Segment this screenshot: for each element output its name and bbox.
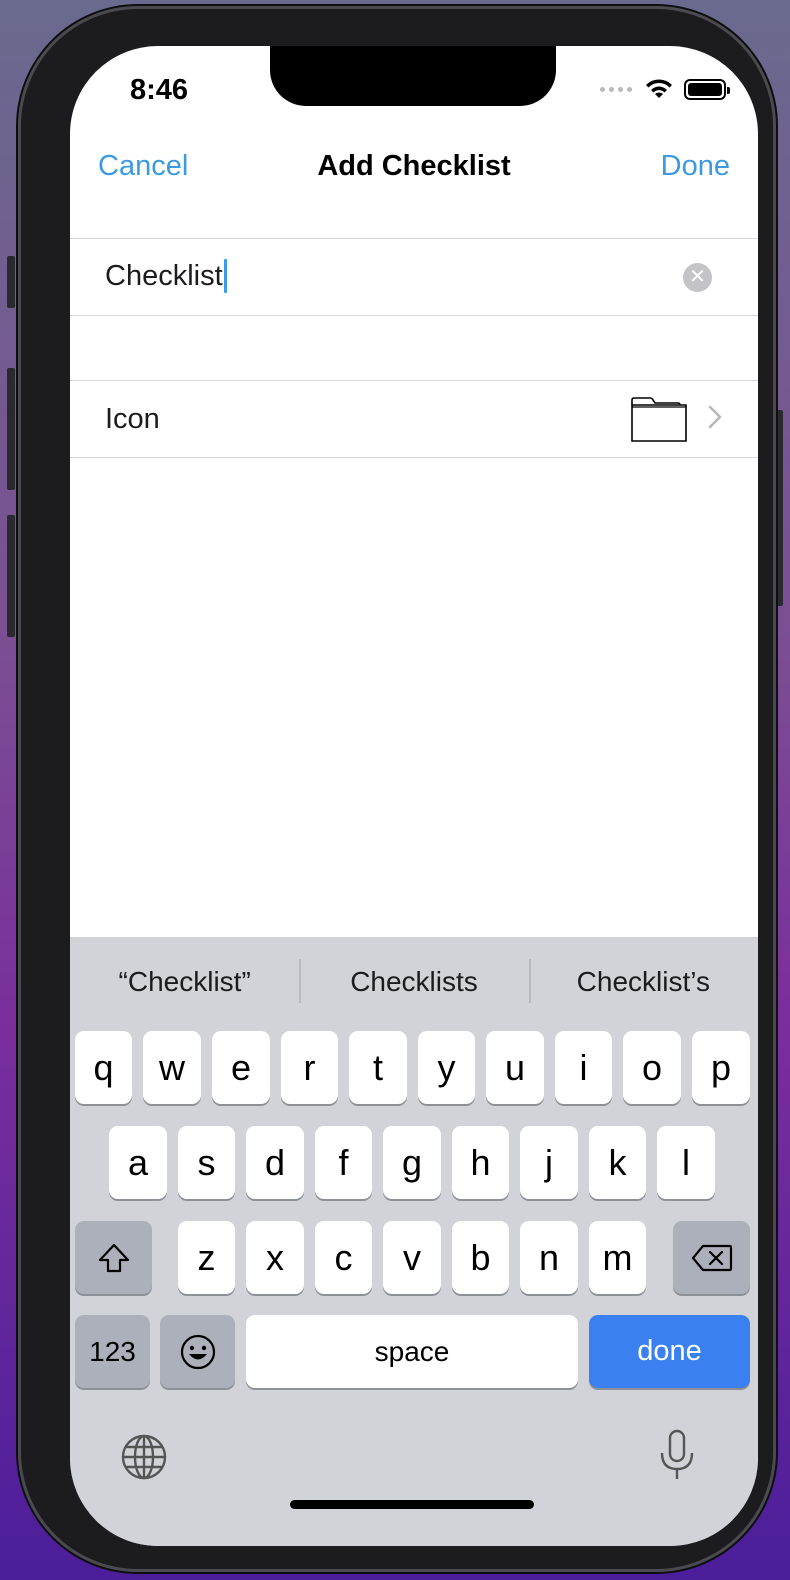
key-f[interactable]: f [315, 1126, 372, 1199]
key-p[interactable]: p [692, 1031, 750, 1104]
emoji-key[interactable] [160, 1315, 235, 1388]
status-icons [600, 78, 730, 100]
numbers-key[interactable]: 123 [75, 1315, 150, 1388]
key-g[interactable]: g [383, 1126, 441, 1199]
power-button [775, 410, 783, 606]
key-x[interactable]: x [246, 1221, 304, 1294]
done-button[interactable]: Done [661, 150, 730, 183]
suggestion-bar: “Checklist” Checklists Checklist’s [70, 937, 758, 1027]
clear-text-button[interactable]: ✕ [683, 263, 712, 292]
key-d[interactable]: d [246, 1126, 304, 1199]
navigation-bar: Add Checklist Cancel Done [70, 144, 758, 194]
battery-icon [684, 78, 730, 100]
name-row: Checklist ✕ [70, 238, 758, 316]
home-indicator[interactable] [290, 1500, 534, 1509]
phone-frame: 8:46 Add Checklist Cancel Done Checklist… [18, 6, 776, 1572]
key-c[interactable]: c [315, 1221, 372, 1294]
icon-row[interactable]: Icon [70, 380, 758, 458]
delete-key[interactable] [673, 1221, 750, 1294]
key-j[interactable]: j [520, 1126, 578, 1199]
emoji-icon [180, 1334, 215, 1369]
key-w[interactable]: w [143, 1031, 201, 1104]
key-q[interactable]: q [75, 1031, 132, 1104]
notch [270, 46, 556, 106]
checklist-name-value: Checklist [105, 259, 223, 292]
screen: 8:46 Add Checklist Cancel Done Checklist… [70, 46, 758, 1546]
status-time: 8:46 [130, 74, 189, 106]
key-n[interactable]: n [520, 1221, 578, 1294]
microphone-icon[interactable] [658, 1429, 696, 1481]
shift-arrow-icon [98, 1243, 129, 1272]
key-v[interactable]: v [383, 1221, 441, 1294]
text-caret [223, 259, 227, 293]
key-r[interactable]: r [281, 1031, 338, 1104]
wifi-icon [646, 79, 672, 98]
space-key[interactable]: space [246, 1315, 578, 1388]
folder-icon [631, 397, 687, 442]
key-t[interactable]: t [349, 1031, 407, 1104]
checklist-name-field[interactable]: Checklist [105, 259, 227, 293]
backspace-icon [691, 1244, 732, 1271]
key-b[interactable]: b [452, 1221, 509, 1294]
key-u[interactable]: u [486, 1031, 544, 1104]
suggestion-item[interactable]: Checklists [299, 937, 528, 1027]
key-i[interactable]: i [555, 1031, 612, 1104]
volume-up-button [7, 368, 15, 490]
key-m[interactable]: m [589, 1221, 646, 1294]
suggestion-item[interactable]: “Checklist” [70, 937, 299, 1027]
key-z[interactable]: z [178, 1221, 235, 1294]
key-l[interactable]: l [657, 1126, 715, 1199]
section-gap [70, 316, 758, 380]
cancel-button[interactable]: Cancel [98, 150, 188, 183]
key-y[interactable]: y [418, 1031, 475, 1104]
key-a[interactable]: a [109, 1126, 167, 1199]
done-key[interactable]: done [589, 1315, 750, 1388]
globe-icon[interactable] [120, 1433, 168, 1481]
cellular-signal-icon [600, 86, 632, 92]
key-e[interactable]: e [212, 1031, 270, 1104]
key-s[interactable]: s [178, 1126, 235, 1199]
suggestion-item[interactable]: Checklist’s [528, 937, 758, 1027]
silent-switch [7, 256, 15, 308]
keyboard: “Checklist” Checklists Checklist’s q w e… [70, 937, 758, 1546]
volume-down-button [7, 515, 15, 637]
shift-key[interactable] [75, 1221, 152, 1294]
key-h[interactable]: h [452, 1126, 509, 1199]
key-o[interactable]: o [623, 1031, 681, 1104]
key-k[interactable]: k [589, 1126, 646, 1199]
chevron-right-icon [708, 405, 722, 429]
icon-row-label: Icon [105, 403, 160, 435]
